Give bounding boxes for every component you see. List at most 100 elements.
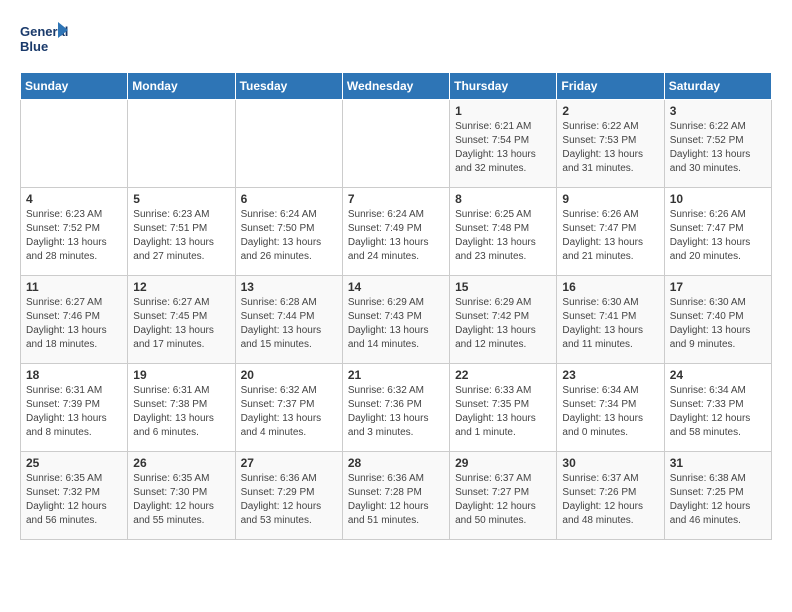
day-number: 26 <box>133 456 229 470</box>
day-info: Sunrise: 6:27 AM Sunset: 7:46 PM Dayligh… <box>26 296 122 352</box>
calendar-cell: 30 Sunrise: 6:37 AM Sunset: 7:26 PM Dayli… <box>557 452 664 540</box>
calendar-cell: 26 Sunrise: 6:35 AM Sunset: 7:30 PM Dayli… <box>128 452 235 540</box>
day-info: Sunrise: 6:33 AM Sunset: 7:35 PM Dayligh… <box>455 384 551 440</box>
calendar-cell: 15 Sunrise: 6:29 AM Sunset: 7:42 PM Dayli… <box>450 276 557 364</box>
calendar-cell: 12 Sunrise: 6:27 AM Sunset: 7:45 PM Dayli… <box>128 276 235 364</box>
day-info: Sunrise: 6:29 AM Sunset: 7:43 PM Dayligh… <box>348 296 444 352</box>
calendar-cell: 9 Sunrise: 6:26 AM Sunset: 7:47 PM Daylig… <box>557 188 664 276</box>
calendar-cell: 16 Sunrise: 6:30 AM Sunset: 7:41 PM Dayli… <box>557 276 664 364</box>
day-info: Sunrise: 6:37 AM Sunset: 7:27 PM Dayligh… <box>455 472 551 528</box>
day-info: Sunrise: 6:22 AM Sunset: 7:53 PM Dayligh… <box>562 120 658 176</box>
day-info: Sunrise: 6:28 AM Sunset: 7:44 PM Dayligh… <box>241 296 337 352</box>
calendar-cell: 27 Sunrise: 6:36 AM Sunset: 7:29 PM Dayli… <box>235 452 342 540</box>
calendar-cell <box>342 100 449 188</box>
calendar-cell: 29Sunrise: 6:37 AM Sunset: 7:27 PM Dayli… <box>450 452 557 540</box>
day-number: 15 <box>455 280 551 294</box>
day-number: 19 <box>133 368 229 382</box>
day-info: Sunrise: 6:27 AM Sunset: 7:45 PM Dayligh… <box>133 296 229 352</box>
calendar-cell <box>21 100 128 188</box>
day-info: Sunrise: 6:24 AM Sunset: 7:49 PM Dayligh… <box>348 208 444 264</box>
calendar-cell: 18 Sunrise: 6:31 AM Sunset: 7:39 PM Dayli… <box>21 364 128 452</box>
day-info: Sunrise: 6:31 AM Sunset: 7:39 PM Dayligh… <box>26 384 122 440</box>
column-header-tuesday: Tuesday <box>235 73 342 100</box>
day-number: 28 <box>348 456 444 470</box>
svg-text:Blue: Blue <box>20 39 48 54</box>
calendar-body: 1 Sunrise: 6:21 AM Sunset: 7:54 PM Daylig… <box>21 100 772 540</box>
day-info: Sunrise: 6:21 AM Sunset: 7:54 PM Dayligh… <box>455 120 551 176</box>
calendar-week-row: 11Sunrise: 6:27 AM Sunset: 7:46 PM Dayli… <box>21 276 772 364</box>
calendar-cell: 13 Sunrise: 6:28 AM Sunset: 7:44 PM Dayli… <box>235 276 342 364</box>
calendar-header-row: SundayMondayTuesdayWednesdayThursdayFrid… <box>21 73 772 100</box>
column-header-wednesday: Wednesday <box>342 73 449 100</box>
calendar-cell <box>235 100 342 188</box>
calendar-table: SundayMondayTuesdayWednesdayThursdayFrid… <box>20 72 772 540</box>
column-header-saturday: Saturday <box>664 73 771 100</box>
calendar-week-row: 4 Sunrise: 6:23 AM Sunset: 7:52 PM Daylig… <box>21 188 772 276</box>
page-header: General Blue <box>20 20 772 62</box>
calendar-cell: 19Sunrise: 6:31 AM Sunset: 7:38 PM Dayli… <box>128 364 235 452</box>
calendar-cell: 8Sunrise: 6:25 AM Sunset: 7:48 PM Daylig… <box>450 188 557 276</box>
calendar-cell: 28 Sunrise: 6:36 AM Sunset: 7:28 PM Dayli… <box>342 452 449 540</box>
day-number: 18 <box>26 368 122 382</box>
day-info: Sunrise: 6:23 AM Sunset: 7:52 PM Dayligh… <box>26 208 122 264</box>
day-info: Sunrise: 6:30 AM Sunset: 7:41 PM Dayligh… <box>562 296 658 352</box>
day-info: Sunrise: 6:34 AM Sunset: 7:33 PM Dayligh… <box>670 384 766 440</box>
day-number: 3 <box>670 104 766 118</box>
day-number: 12 <box>133 280 229 294</box>
day-info: Sunrise: 6:36 AM Sunset: 7:28 PM Dayligh… <box>348 472 444 528</box>
day-info: Sunrise: 6:22 AM Sunset: 7:52 PM Dayligh… <box>670 120 766 176</box>
calendar-week-row: 25 Sunrise: 6:35 AM Sunset: 7:32 PM Dayli… <box>21 452 772 540</box>
day-info: Sunrise: 6:26 AM Sunset: 7:47 PM Dayligh… <box>670 208 766 264</box>
day-info: Sunrise: 6:37 AM Sunset: 7:26 PM Dayligh… <box>562 472 658 528</box>
day-info: Sunrise: 6:35 AM Sunset: 7:30 PM Dayligh… <box>133 472 229 528</box>
calendar-cell: 17 Sunrise: 6:30 AM Sunset: 7:40 PM Dayli… <box>664 276 771 364</box>
calendar-cell: 7 Sunrise: 6:24 AM Sunset: 7:49 PM Daylig… <box>342 188 449 276</box>
day-info: Sunrise: 6:34 AM Sunset: 7:34 PM Dayligh… <box>562 384 658 440</box>
day-number: 14 <box>348 280 444 294</box>
day-number: 9 <box>562 192 658 206</box>
column-header-thursday: Thursday <box>450 73 557 100</box>
day-info: Sunrise: 6:30 AM Sunset: 7:40 PM Dayligh… <box>670 296 766 352</box>
calendar-cell: 14 Sunrise: 6:29 AM Sunset: 7:43 PM Dayli… <box>342 276 449 364</box>
day-number: 22 <box>455 368 551 382</box>
calendar-cell: 3 Sunrise: 6:22 AM Sunset: 7:52 PM Daylig… <box>664 100 771 188</box>
day-number: 1 <box>455 104 551 118</box>
day-number: 31 <box>670 456 766 470</box>
day-number: 16 <box>562 280 658 294</box>
day-info: Sunrise: 6:38 AM Sunset: 7:25 PM Dayligh… <box>670 472 766 528</box>
calendar-cell: 21Sunrise: 6:32 AM Sunset: 7:36 PM Dayli… <box>342 364 449 452</box>
day-info: Sunrise: 6:24 AM Sunset: 7:50 PM Dayligh… <box>241 208 337 264</box>
day-number: 30 <box>562 456 658 470</box>
day-number: 27 <box>241 456 337 470</box>
logo: General Blue <box>20 20 70 62</box>
calendar-cell: 2 Sunrise: 6:22 AM Sunset: 7:53 PM Daylig… <box>557 100 664 188</box>
day-number: 8 <box>455 192 551 206</box>
day-number: 13 <box>241 280 337 294</box>
day-number: 25 <box>26 456 122 470</box>
calendar-week-row: 18 Sunrise: 6:31 AM Sunset: 7:39 PM Dayli… <box>21 364 772 452</box>
day-number: 5 <box>133 192 229 206</box>
day-info: Sunrise: 6:29 AM Sunset: 7:42 PM Dayligh… <box>455 296 551 352</box>
day-info: Sunrise: 6:36 AM Sunset: 7:29 PM Dayligh… <box>241 472 337 528</box>
day-info: Sunrise: 6:32 AM Sunset: 7:37 PM Dayligh… <box>241 384 337 440</box>
day-info: Sunrise: 6:35 AM Sunset: 7:32 PM Dayligh… <box>26 472 122 528</box>
calendar-cell: 22 Sunrise: 6:33 AM Sunset: 7:35 PM Dayli… <box>450 364 557 452</box>
calendar-cell: 6Sunrise: 6:24 AM Sunset: 7:50 PM Daylig… <box>235 188 342 276</box>
calendar-cell: 23 Sunrise: 6:34 AM Sunset: 7:34 PM Dayli… <box>557 364 664 452</box>
day-number: 24 <box>670 368 766 382</box>
column-header-friday: Friday <box>557 73 664 100</box>
calendar-week-row: 1 Sunrise: 6:21 AM Sunset: 7:54 PM Daylig… <box>21 100 772 188</box>
day-info: Sunrise: 6:26 AM Sunset: 7:47 PM Dayligh… <box>562 208 658 264</box>
day-number: 23 <box>562 368 658 382</box>
day-number: 7 <box>348 192 444 206</box>
calendar-cell: 11Sunrise: 6:27 AM Sunset: 7:46 PM Dayli… <box>21 276 128 364</box>
day-number: 21 <box>348 368 444 382</box>
day-number: 10 <box>670 192 766 206</box>
calendar-cell: 1 Sunrise: 6:21 AM Sunset: 7:54 PM Daylig… <box>450 100 557 188</box>
day-number: 17 <box>670 280 766 294</box>
calendar-cell: 5Sunrise: 6:23 AM Sunset: 7:51 PM Daylig… <box>128 188 235 276</box>
calendar-cell <box>128 100 235 188</box>
calendar-cell: 4 Sunrise: 6:23 AM Sunset: 7:52 PM Daylig… <box>21 188 128 276</box>
day-number: 4 <box>26 192 122 206</box>
day-number: 2 <box>562 104 658 118</box>
